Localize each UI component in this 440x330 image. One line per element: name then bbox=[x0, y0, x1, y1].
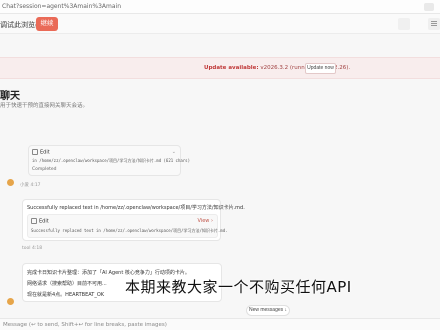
composer-placeholder: Message (↩ to send, Shift+↩ for line bre… bbox=[3, 322, 167, 328]
sender-name: tool bbox=[22, 246, 31, 251]
tool-output: Edit View › Successfully replaced text i… bbox=[27, 214, 228, 238]
chevron-down-icon[interactable]: ⌄ bbox=[172, 149, 176, 155]
tool-name: Edit bbox=[40, 149, 50, 156]
edit-icon bbox=[32, 149, 38, 155]
assistant-avatar bbox=[7, 298, 14, 305]
tool-name: Edit bbox=[39, 218, 49, 225]
page-subtitle: 用于快速干预的直接网关聊天会话。 bbox=[0, 103, 89, 109]
assistant-avatar bbox=[7, 179, 14, 186]
tool-card-head: Edit bbox=[31, 218, 49, 225]
debug-bar: 调试此浏览器 继续 bbox=[0, 14, 440, 34]
browser-url-bar[interactable]: Chat?session=agent%3Amain%3Amain bbox=[0, 0, 440, 14]
update-banner: Update available: v2026.3.2 (running v20… bbox=[0, 57, 440, 79]
tool-call-card[interactable]: Edit ⌄ in /home/zz/.openclaw/workspace/项… bbox=[28, 145, 190, 176]
toolbar-control[interactable] bbox=[398, 18, 410, 30]
url-text[interactable]: Chat?session=agent%3Amain%3Amain bbox=[2, 3, 121, 10]
new-messages-button[interactable]: New messages ↓ bbox=[246, 305, 290, 316]
message-composer[interactable]: Message (↩ to send, Shift+↩ for line bre… bbox=[0, 318, 440, 330]
sender-name: 小爱 bbox=[20, 183, 29, 188]
tool-result-card: Successfully replaced text in /home/zz/.… bbox=[22, 199, 245, 241]
browser-control[interactable] bbox=[424, 3, 434, 11]
edit-icon bbox=[31, 218, 37, 224]
tool-status: Completed bbox=[32, 167, 57, 172]
page-title: 聊天 bbox=[0, 91, 20, 102]
new-messages-label: New messages bbox=[248, 307, 284, 313]
view-button[interactable]: View › bbox=[198, 218, 213, 224]
message-time: 4:17 bbox=[30, 183, 41, 188]
message-meta: 小爱 4:17 bbox=[20, 182, 41, 188]
message-line: 网络请求（搜索帮助）目前不可用... bbox=[27, 281, 107, 287]
message-line: 现在就是新4点。HEARTBEAT_OK bbox=[27, 292, 105, 298]
tool-path: in /home/zz/.openclaw/workspace/项目/学习方法/… bbox=[32, 158, 191, 163]
continue-button[interactable]: 继续 bbox=[36, 17, 58, 31]
update-now-button[interactable]: Update now bbox=[305, 63, 336, 74]
update-available-label: Update available: bbox=[204, 65, 259, 71]
video-subtitle: 本期来教大家一个不购买任何API bbox=[125, 278, 352, 296]
message-time: 4:18 bbox=[31, 246, 43, 251]
menu-icon[interactable] bbox=[428, 18, 440, 30]
tool-path: Successfully replaced text in /home/zz/.… bbox=[31, 228, 228, 233]
tool-card-head: Edit bbox=[32, 149, 50, 156]
message-line: 完成卡日知识卡片整理：添加了「AI Agent 核心竞争力」行动项的卡片。 bbox=[27, 270, 190, 276]
message-text: Successfully replaced text in /home/zz/.… bbox=[27, 205, 245, 211]
message-meta: tool 4:18 bbox=[22, 246, 42, 251]
